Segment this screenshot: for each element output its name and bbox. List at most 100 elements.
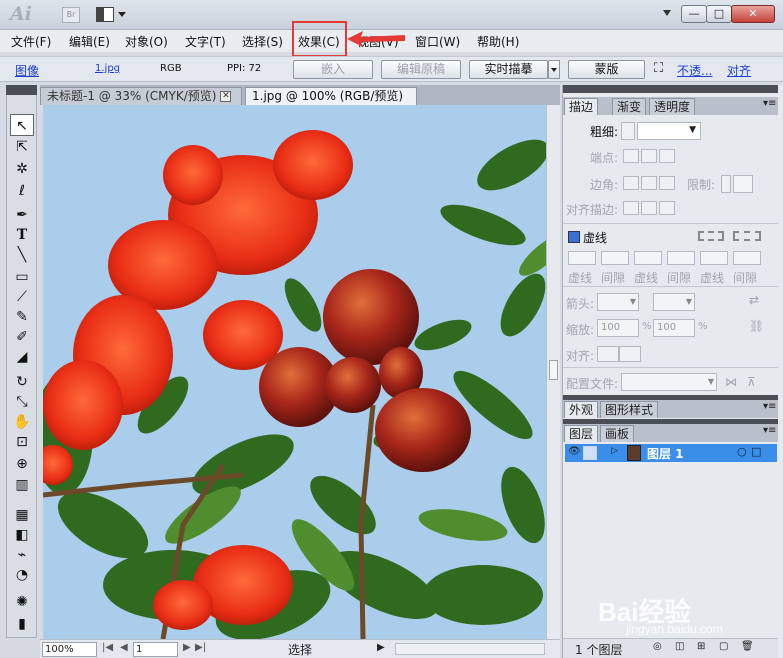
dashed-line-checkbox[interactable]	[568, 231, 580, 243]
paintbrush-tool-icon[interactable]: ⟋	[10, 286, 34, 308]
panel-menu-icon[interactable]: ▾≡	[763, 401, 776, 412]
blob-brush-tool-icon[interactable]: ✐	[10, 326, 34, 348]
pencil-tool-icon[interactable]: ✎	[10, 306, 34, 328]
arrow-tip-place-button[interactable]	[619, 346, 641, 362]
mask-button[interactable]: 蒙版	[568, 60, 645, 79]
weight-stepper[interactable]	[621, 122, 635, 140]
round-join-button[interactable]	[641, 176, 657, 190]
live-trace-button[interactable]: 实时描摹	[469, 60, 548, 79]
close-icon[interactable]: ✕	[220, 91, 232, 102]
symbol-sprayer-tool-icon[interactable]: ✺	[10, 591, 34, 613]
bridge-button[interactable]: Br	[62, 7, 80, 23]
rectangle-tool-icon[interactable]: ▭	[10, 266, 34, 288]
first-page-icon[interactable]: |◀	[102, 642, 113, 653]
start-scale-input[interactable]: 100	[597, 319, 639, 337]
prev-page-icon[interactable]: ◀	[120, 642, 128, 653]
profile-select[interactable]: ▼	[621, 373, 717, 391]
align-link[interactable]: 对齐	[727, 62, 751, 79]
menu-object[interactable]: 对象(O)	[125, 33, 168, 50]
tab-stroke[interactable]: 描边	[564, 98, 599, 115]
status-menu-arrow-icon[interactable]: ▶	[377, 642, 385, 653]
new-layer-icon[interactable]: ▢	[719, 641, 728, 652]
dash-input-2[interactable]	[634, 251, 662, 265]
bevel-join-button[interactable]	[659, 176, 675, 190]
round-cap-button[interactable]	[641, 149, 657, 163]
menu-select[interactable]: 选择(S)	[242, 33, 283, 50]
end-scale-input[interactable]: 100	[653, 319, 695, 337]
limit-input[interactable]	[733, 175, 753, 193]
tools-panel-header[interactable]	[6, 85, 37, 95]
eye-icon[interactable]: 👁	[568, 446, 581, 457]
menu-window[interactable]: 窗口(W)	[415, 33, 460, 50]
file-name-link[interactable]: 1.jpg	[95, 63, 120, 74]
tab-graphic-styles[interactable]: 图形样式	[600, 401, 659, 418]
link-scale-icon[interactable]: ⛓	[749, 319, 764, 333]
tab-appearance[interactable]: 外观	[564, 401, 599, 418]
vertical-scrollbar[interactable]	[546, 105, 560, 639]
type-tool-icon[interactable]: T	[10, 224, 34, 246]
graph-tool-icon[interactable]: ▥	[10, 474, 34, 496]
last-page-icon[interactable]: ▶|	[195, 642, 206, 653]
weight-input[interactable]: ▼	[637, 122, 701, 140]
mesh-tool-icon[interactable]: ▦	[10, 504, 34, 526]
scale-tool-icon[interactable]: ⤡	[10, 391, 34, 413]
opacity-link[interactable]: 不透...	[677, 62, 712, 79]
selection-square-icon[interactable]: □	[751, 445, 761, 458]
live-trace-options-dropdown[interactable]	[548, 60, 560, 79]
tab-layers[interactable]: 图层	[564, 425, 599, 442]
gap-input-2[interactable]	[667, 251, 695, 265]
dash-input-3[interactable]	[700, 251, 728, 265]
maximize-button[interactable]: □	[706, 5, 732, 23]
tab-1-jpg[interactable]: 1.jpg @ 100% (RGB/预览)✕	[245, 87, 417, 119]
selection-tool-icon[interactable]: ↖	[10, 114, 34, 136]
blend-tool-icon[interactable]: ◔	[10, 564, 34, 586]
tab-transparency[interactable]: 透明度	[649, 98, 696, 115]
align-inside-button[interactable]	[641, 201, 657, 215]
dash-preserve-icon[interactable]	[698, 231, 724, 241]
start-arrow-select[interactable]: ▼	[597, 293, 639, 311]
magic-wand-tool-icon[interactable]: ✲	[10, 158, 34, 180]
embed-button[interactable]: 嵌入	[293, 60, 373, 79]
panel-menu-icon[interactable]: ▾≡	[763, 98, 776, 109]
lasso-tool-icon[interactable]: ℓ	[10, 180, 34, 202]
workspace-dropdown-icon[interactable]	[663, 10, 671, 16]
delete-icon[interactable]: 🗑	[741, 641, 754, 652]
limit-stepper[interactable]	[721, 175, 731, 193]
dash-input-1[interactable]	[568, 251, 596, 265]
gradient-tool-icon[interactable]: ◧	[10, 524, 34, 546]
rotate-tool-icon[interactable]: ↻	[10, 371, 34, 393]
target-circle-icon[interactable]: ○	[737, 445, 747, 458]
page-select[interactable]: 1	[133, 642, 178, 657]
eyedropper-tool-icon[interactable]: ⌁	[10, 544, 34, 566]
scroll-thumb[interactable]	[549, 360, 558, 380]
dash-align-icon[interactable]	[733, 231, 761, 241]
transform-icon[interactable]: ⛶	[654, 61, 663, 76]
arrow-tip-extend-button[interactable]	[597, 346, 619, 362]
square-cap-button[interactable]	[659, 149, 675, 163]
free-transform-tool-icon[interactable]: ⊡	[10, 431, 34, 453]
locate-object-icon[interactable]: ◎	[653, 641, 662, 652]
direct-selection-tool-icon[interactable]: ⇱	[10, 136, 34, 158]
close-button[interactable]: ✕	[731, 5, 775, 23]
lock-toggle[interactable]	[583, 446, 597, 460]
panel-menu-icon[interactable]: ▾≡	[763, 425, 776, 436]
next-page-icon[interactable]: ▶	[183, 642, 191, 653]
zoom-select[interactable]: 100%	[42, 642, 97, 657]
minimize-button[interactable]: —	[681, 5, 707, 23]
gap-input-3[interactable]	[733, 251, 761, 265]
swap-arrows-icon[interactable]: ⇄	[749, 293, 759, 307]
column-graph-tool-icon[interactable]: ▮	[10, 613, 34, 635]
new-sublayer-icon[interactable]: ⊞	[697, 641, 705, 652]
image-type-link[interactable]: 图像	[15, 62, 39, 79]
miter-join-button[interactable]	[623, 176, 639, 190]
stroke-panel-header[interactable]	[563, 85, 778, 93]
flip-along-icon[interactable]: ⋈	[725, 375, 737, 389]
menu-edit[interactable]: 编辑(E)	[69, 33, 110, 50]
line-tool-icon[interactable]: ╲	[10, 244, 34, 266]
horizontal-scrollbar[interactable]	[395, 643, 545, 655]
flip-across-icon[interactable]: ⊼	[747, 375, 756, 389]
layer-row[interactable]: 👁 ▷ 图层 1 ○ □	[565, 444, 777, 462]
tab-artboards[interactable]: 画板	[600, 425, 635, 442]
align-center-button[interactable]	[623, 201, 639, 215]
tab-untitled-1[interactable]: 未标题-1 @ 33% (CMYK/预览) ✕	[40, 87, 242, 105]
